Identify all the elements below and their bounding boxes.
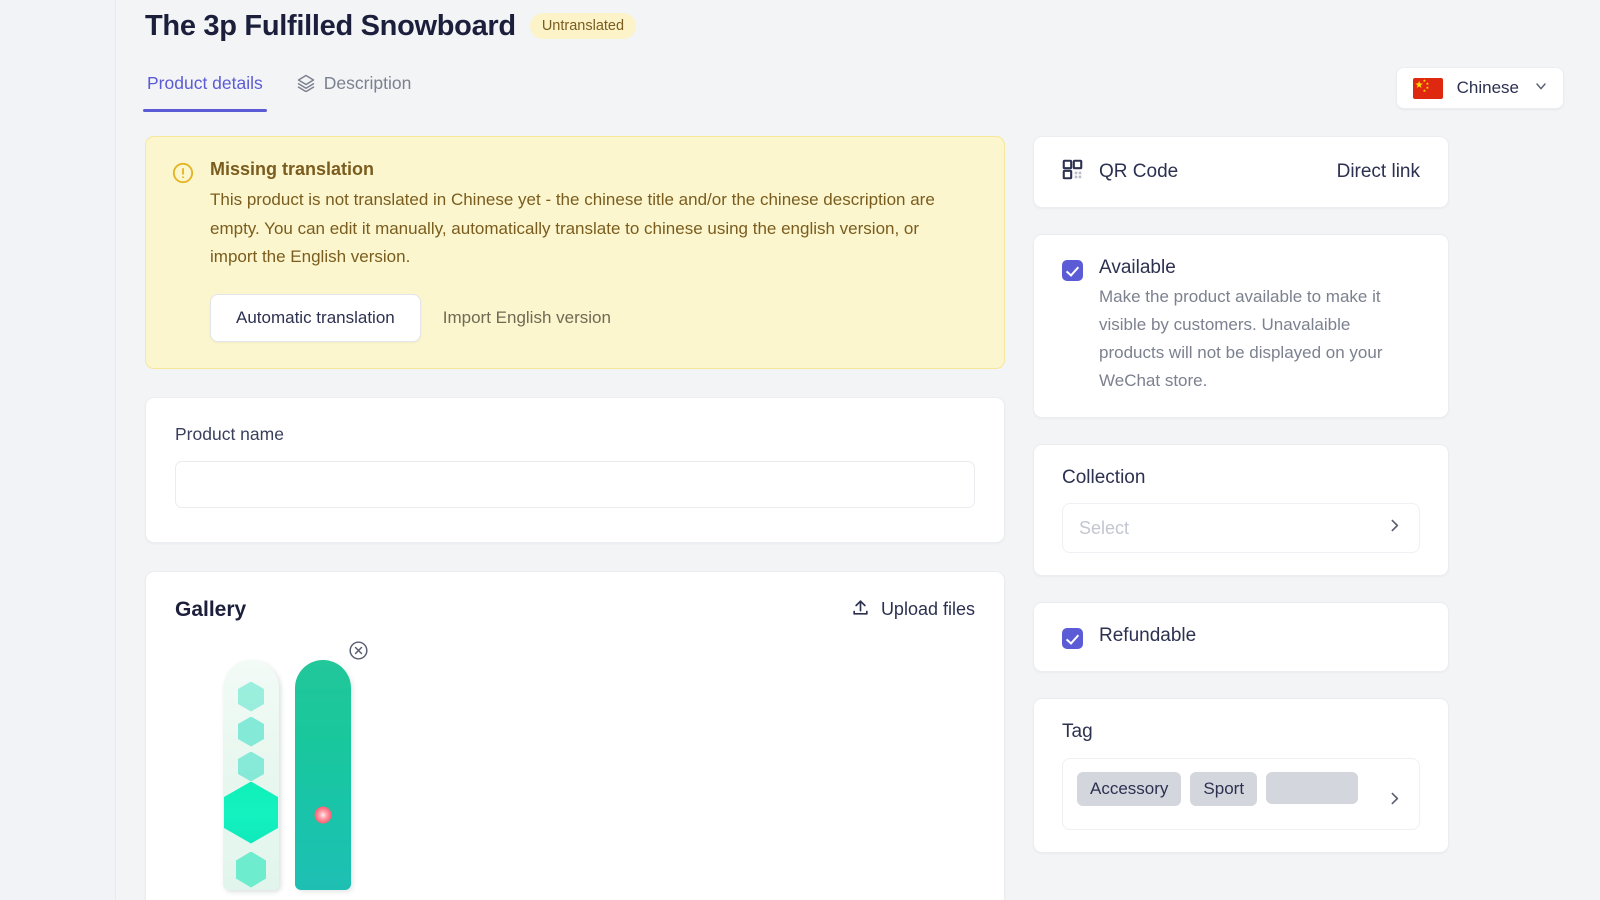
chevron-right-icon	[1386, 790, 1403, 812]
available-row: Available Make the product available to …	[1062, 257, 1420, 395]
upload-files-label: Upload files	[881, 599, 975, 620]
side-column: QR Code Direct link Available Make the p…	[1033, 136, 1449, 853]
qr-code-label: QR Code	[1099, 161, 1178, 183]
main-column: Missing translation This product is not …	[145, 136, 1005, 900]
refundable-card: Refundable	[1033, 602, 1449, 672]
tab-description-label: Description	[324, 73, 412, 94]
tab-list: Product details Description	[145, 64, 413, 112]
tag-chip: Sport	[1190, 772, 1257, 806]
import-english-version-button[interactable]: Import English version	[433, 295, 621, 341]
tag-chip-list: Accessory Sport	[1077, 772, 1358, 806]
collection-select[interactable]: Select	[1062, 503, 1420, 553]
status-badge: Untranslated	[530, 13, 636, 39]
collection-card: Collection Select	[1033, 444, 1449, 576]
collection-label: Collection	[1062, 467, 1420, 489]
tab-product-details[interactable]: Product details	[145, 64, 265, 112]
product-translation-page: The 3p Fulfilled Snowboard Untranslated …	[0, 0, 1600, 900]
automatic-translation-button[interactable]: Automatic translation	[210, 294, 421, 342]
snowboard-dot	[315, 806, 332, 823]
page-title: The 3p Fulfilled Snowboard	[145, 10, 516, 43]
tag-chip: Accessory	[1077, 772, 1181, 806]
snowboard-teal	[295, 660, 351, 890]
available-description: Make the product available to make it vi…	[1099, 283, 1420, 395]
left-rail	[0, 0, 116, 900]
available-text: Available Make the product available to …	[1099, 257, 1420, 395]
qr-code-card: QR Code Direct link	[1033, 136, 1449, 208]
tag-label: Tag	[1062, 721, 1420, 743]
missing-translation-alert: Missing translation This product is not …	[145, 136, 1005, 369]
language-selector[interactable]: ★★★★★ Chinese	[1396, 67, 1564, 109]
direct-link-button[interactable]: Direct link	[1337, 161, 1420, 183]
qr-code-left: QR Code	[1062, 159, 1178, 185]
product-name-card: Product name	[145, 397, 1005, 543]
tag-selector[interactable]: Accessory Sport	[1062, 758, 1420, 830]
language-selector-value: Chinese	[1457, 78, 1519, 98]
alert-title: Missing translation	[210, 159, 952, 180]
tab-description[interactable]: Description	[295, 64, 414, 112]
snowboard-light	[223, 660, 279, 890]
china-flag-icon: ★★★★★	[1413, 78, 1443, 99]
page-content: The 3p Fulfilled Snowboard Untranslated …	[116, 0, 1600, 900]
alert-message: This product is not translated in Chines…	[210, 186, 952, 272]
remove-circle-icon[interactable]	[348, 640, 369, 661]
gallery-title: Gallery	[175, 598, 246, 622]
available-checkbox[interactable]	[1062, 260, 1083, 281]
available-card: Available Make the product available to …	[1033, 234, 1449, 418]
title-row: The 3p Fulfilled Snowboard Untranslated	[145, 2, 1564, 50]
refundable-row: Refundable	[1062, 625, 1420, 649]
gallery-card: Gallery Upload files	[145, 571, 1005, 900]
snowboard-image	[223, 646, 371, 881]
chevron-right-icon	[1386, 517, 1403, 539]
tab-product-details-label: Product details	[147, 73, 263, 94]
product-name-label: Product name	[175, 424, 975, 445]
page-header: The 3p Fulfilled Snowboard Untranslated …	[145, 0, 1564, 112]
product-name-input[interactable]	[175, 461, 975, 508]
refundable-checkbox[interactable]	[1062, 628, 1083, 649]
available-label: Available	[1099, 257, 1420, 279]
layers-icon	[297, 74, 315, 92]
tabs-row: Product details Description	[145, 64, 1564, 112]
gallery-thumbnails	[175, 640, 975, 890]
qr-code-icon	[1062, 159, 1083, 185]
tag-chip-partial	[1266, 772, 1358, 804]
upload-files-button[interactable]: Upload files	[851, 598, 975, 622]
collection-select-placeholder: Select	[1079, 518, 1129, 539]
upload-icon	[851, 598, 870, 622]
gallery-thumbnail[interactable]	[175, 640, 425, 890]
alert-actions: Automatic translation Import English ver…	[210, 294, 952, 342]
tag-card: Tag Accessory Sport	[1033, 698, 1449, 853]
qr-code-row: QR Code Direct link	[1062, 159, 1420, 185]
chevron-down-icon	[1533, 78, 1549, 99]
content-area: Missing translation This product is not …	[145, 136, 1564, 900]
alert-body-wrap: Missing translation This product is not …	[210, 159, 952, 342]
refundable-label: Refundable	[1099, 625, 1196, 647]
gallery-header: Gallery Upload files	[175, 598, 975, 622]
alert-circle-icon	[172, 162, 194, 342]
